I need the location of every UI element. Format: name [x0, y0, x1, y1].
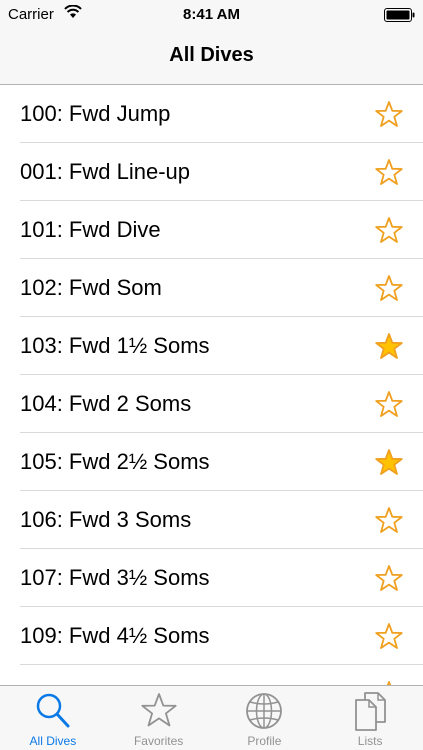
- dive-row[interactable]: 104: Fwd 2 Soms: [0, 375, 423, 433]
- tab-label: Lists: [357, 734, 383, 748]
- dive-row[interactable]: 105: Fwd 2½ Soms: [0, 433, 423, 491]
- dive-label: 100: Fwd Jump: [20, 101, 171, 126]
- dive-label: 104: Fwd 2 Soms: [20, 391, 192, 416]
- favorite-star-icon[interactable]: [373, 447, 405, 479]
- tab-all-dives[interactable]: All Dives: [0, 686, 106, 750]
- favorite-star-icon[interactable]: [373, 389, 405, 421]
- dive-label: 101: Fwd Dive: [20, 217, 161, 242]
- dive-label: 107: Fwd 3½ Soms: [20, 565, 210, 590]
- dive-row[interactable]: 107: Fwd 3½ Soms: [0, 549, 423, 607]
- dive-list[interactable]: 100: Fwd Jump 001: Fwd Line-up 101: Fwd …: [0, 85, 423, 685]
- dive-label: 109: Fwd 4½ Soms: [20, 623, 210, 648]
- dive-row[interactable]: [0, 665, 423, 685]
- favorite-star-icon[interactable]: [373, 99, 405, 131]
- tab-label: Favorites: [133, 734, 184, 748]
- favorite-star-icon[interactable]: [373, 331, 405, 363]
- dive-label: 103: Fwd 1½ Soms: [20, 333, 210, 358]
- favorite-star-icon[interactable]: [373, 157, 405, 189]
- favorite-star-icon[interactable]: [373, 563, 405, 595]
- tab-bar: All Dives Favorites Profile Lists: [0, 685, 423, 750]
- navigation-bar: All Dives: [0, 28, 423, 85]
- dive-row[interactable]: 109: Fwd 4½ Soms: [0, 607, 423, 665]
- favorite-star-icon[interactable]: [373, 505, 405, 537]
- tab-label: Profile: [247, 734, 282, 748]
- page-title: All Dives: [169, 44, 254, 66]
- globe-icon: [246, 693, 283, 729]
- documents-icon: [355, 692, 387, 731]
- dive-row[interactable]: 106: Fwd 3 Soms: [0, 491, 423, 549]
- dive-label: 105: Fwd 2½ Soms: [20, 449, 210, 474]
- search-icon: [36, 693, 70, 728]
- dive-label: 001: Fwd Line-up: [20, 159, 190, 184]
- dive-row[interactable]: 100: Fwd Jump: [0, 85, 423, 143]
- star-icon: [141, 693, 177, 727]
- dive-row[interactable]: 102: Fwd Som: [0, 259, 423, 317]
- status-bar: Carrier 8:41 AM: [0, 0, 423, 28]
- tab-profile[interactable]: Profile: [212, 686, 318, 750]
- dive-row[interactable]: 103: Fwd 1½ Soms: [0, 317, 423, 375]
- dive-row[interactable]: 101: Fwd Dive: [0, 201, 423, 259]
- favorite-star-icon[interactable]: [373, 215, 405, 247]
- dive-label: 106: Fwd 3 Soms: [20, 507, 192, 532]
- status-time: 8:41 AM: [183, 6, 240, 23]
- dive-label: 102: Fwd Som: [20, 275, 162, 300]
- battery-icon: [384, 8, 415, 22]
- tab-lists[interactable]: Lists: [317, 686, 423, 750]
- tab-label: All Dives: [29, 734, 77, 748]
- favorite-star-icon[interactable]: [373, 621, 405, 653]
- dive-row[interactable]: 001: Fwd Line-up: [0, 143, 423, 201]
- favorite-star-icon[interactable]: [373, 273, 405, 305]
- tab-favorites[interactable]: Favorites: [106, 686, 212, 750]
